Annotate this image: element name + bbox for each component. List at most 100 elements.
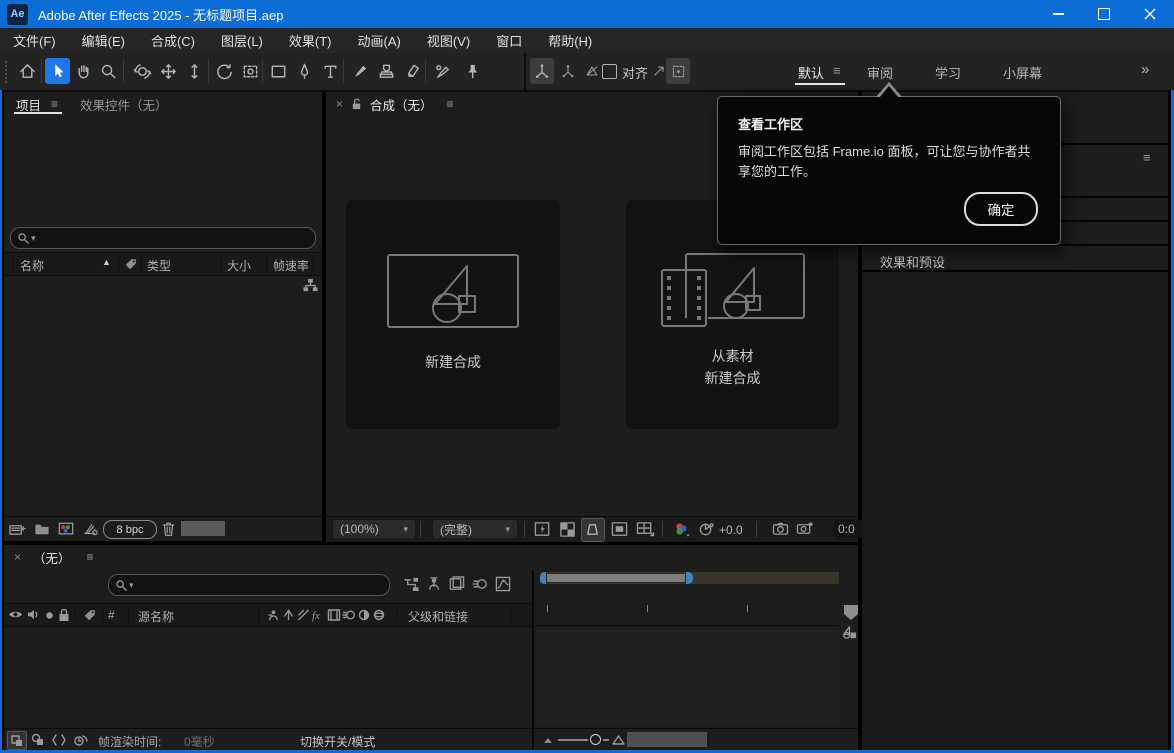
- home-tool[interactable]: [15, 58, 40, 84]
- workspace-menu-icon[interactable]: ≡: [833, 63, 841, 78]
- effects-column-icon[interactable]: fx: [311, 607, 326, 623]
- bit-depth-button[interactable]: 8 bpc: [103, 520, 157, 539]
- rectangle-tool[interactable]: [266, 58, 291, 84]
- column-source-name[interactable]: 源名称: [138, 608, 174, 625]
- eraser-tool[interactable]: [400, 58, 425, 84]
- menu-layer[interactable]: 图层(L): [208, 28, 276, 53]
- menu-animation[interactable]: 动画(A): [345, 28, 414, 53]
- project-search-input[interactable]: ▾: [10, 227, 316, 249]
- interpret-footage-icon[interactable]: [9, 522, 26, 537]
- unlock-icon[interactable]: [351, 98, 362, 111]
- resolution-dropdown[interactable]: (完整) ▾: [433, 520, 517, 538]
- menu-file[interactable]: 文件(F): [0, 28, 69, 53]
- type-tool[interactable]: [318, 58, 343, 84]
- frame-blend-column-icon[interactable]: [326, 607, 341, 623]
- search-scope-chevron-icon[interactable]: ▾: [129, 580, 134, 591]
- collapse-transformations-column-icon[interactable]: [281, 607, 296, 623]
- brush-tool[interactable]: [348, 58, 373, 84]
- rotate-tool[interactable]: [212, 58, 237, 84]
- mask-visibility-button[interactable]: [581, 518, 605, 542]
- menu-window[interactable]: 窗口: [483, 28, 535, 53]
- project-panel-menu-icon[interactable]: ≡: [51, 97, 58, 111]
- take-snapshot-icon[interactable]: [772, 522, 789, 536]
- column-size[interactable]: 大小: [227, 257, 251, 274]
- timecode-display[interactable]: 0:0: [834, 520, 862, 538]
- new-folder-icon[interactable]: [34, 522, 50, 536]
- motion-blur-icon[interactable]: [472, 576, 488, 592]
- 3d-layer-column-icon[interactable]: [371, 607, 386, 623]
- column-frame-rate[interactable]: 帧速率: [273, 257, 309, 274]
- timeline-tab-title[interactable]: （无）: [33, 548, 71, 567]
- expand-transfer-controls-button[interactable]: [31, 733, 45, 747]
- snap-options-icon[interactable]: [651, 63, 667, 79]
- view-axis-mode-button[interactable]: [580, 58, 604, 84]
- clone-stamp-tool[interactable]: [374, 58, 399, 84]
- comp-button-icon[interactable]: [840, 624, 858, 641]
- puppet-pin-tool[interactable]: [460, 58, 485, 84]
- expand-layer-switches-button[interactable]: [7, 731, 27, 750]
- audio-column-icon[interactable]: [27, 608, 40, 621]
- world-axis-mode-button[interactable]: [556, 58, 580, 84]
- video-visibility-column-icon[interactable]: [8, 609, 23, 620]
- exposure-value[interactable]: +0.0: [719, 523, 743, 537]
- minimize-button[interactable]: [1036, 0, 1081, 28]
- workspace-overflow-chevron[interactable]: »: [1141, 61, 1149, 78]
- workspace-tab-default[interactable]: 默认: [798, 63, 824, 82]
- motion-blur-column-icon[interactable]: [341, 607, 356, 623]
- column-layer-number[interactable]: #: [108, 608, 115, 622]
- hand-tool[interactable]: [71, 58, 96, 84]
- zoom-slider-handle[interactable]: [590, 734, 601, 745]
- pan-camera-tool[interactable]: [156, 58, 181, 84]
- info-panel-menu-icon[interactable]: ≡: [1143, 150, 1151, 165]
- menu-effect[interactable]: 效果(T): [276, 28, 345, 53]
- trash-icon[interactable]: [161, 521, 176, 537]
- zoom-out-mountain-icon[interactable]: [543, 736, 553, 744]
- snap-checkbox[interactable]: [602, 64, 617, 79]
- shy-column-icon[interactable]: [266, 607, 281, 623]
- menu-view[interactable]: 视图(V): [414, 28, 483, 53]
- timeline-search-input[interactable]: ▾: [108, 574, 390, 596]
- timeline-track-area[interactable]: [536, 629, 839, 723]
- solo-column-icon[interactable]: [45, 611, 54, 620]
- region-of-interest-icon[interactable]: [611, 521, 628, 538]
- zoom-in-mountain-icon[interactable]: [612, 734, 625, 745]
- composition-panel-menu-icon[interactable]: ≡: [447, 97, 454, 111]
- camera-tool[interactable]: [238, 58, 263, 84]
- pen-tool[interactable]: [292, 58, 317, 84]
- zoom-slider-track[interactable]: [558, 739, 588, 741]
- orbit-camera-tool[interactable]: [130, 58, 155, 84]
- local-axis-mode-button[interactable]: [530, 58, 554, 84]
- magnification-dropdown[interactable]: (100%) ▾: [333, 520, 415, 538]
- composition-close-icon[interactable]: ×: [336, 97, 343, 111]
- show-snapshot-icon[interactable]: [796, 521, 814, 537]
- expand-in-out-button[interactable]: [52, 733, 66, 747]
- adjustment-layer-column-icon[interactable]: [356, 607, 371, 623]
- time-ruler[interactable]: [536, 603, 839, 626]
- menu-edit[interactable]: 编辑(E): [69, 28, 138, 53]
- new-composition-card[interactable]: 新建合成: [346, 200, 560, 429]
- timeline-close-icon[interactable]: ×: [14, 550, 21, 564]
- timeline-horizontal-scrollbar[interactable]: [627, 732, 707, 747]
- transparency-grid-icon[interactable]: [559, 521, 576, 538]
- fast-preview-icon[interactable]: [534, 521, 551, 538]
- roto-brush-tool[interactable]: [430, 58, 455, 84]
- grid-guides-options-icon[interactable]: [636, 521, 655, 538]
- project-bottom-scroll-thumb[interactable]: [181, 521, 225, 536]
- navigator-thumb[interactable]: [546, 573, 686, 583]
- label-color-column-icon[interactable]: [124, 257, 138, 271]
- reset-exposure-icon[interactable]: [698, 521, 715, 538]
- workspace-tab-small-screen[interactable]: 小屏幕: [1003, 63, 1042, 82]
- effects-presets-panel-tab[interactable]: 效果和预设: [880, 252, 945, 271]
- maximize-button[interactable]: [1081, 0, 1126, 28]
- project-flowchart-icon[interactable]: [303, 278, 318, 293]
- timeline-navigator-bar[interactable]: [540, 572, 839, 584]
- mask-feather-options-button[interactable]: [666, 58, 690, 84]
- dolly-camera-tool[interactable]: [182, 58, 207, 84]
- sort-ascending-icon[interactable]: ▲: [102, 257, 111, 267]
- tab-project[interactable]: 项目: [16, 95, 41, 114]
- search-scope-chevron-icon[interactable]: ▾: [31, 233, 36, 244]
- toggle-switches-modes-button[interactable]: 切换开关/模式: [300, 733, 375, 750]
- menu-composition[interactable]: 合成(C): [138, 28, 208, 53]
- column-parent-link[interactable]: 父级和链接: [408, 608, 468, 625]
- timeline-vertical-divider[interactable]: [532, 570, 534, 750]
